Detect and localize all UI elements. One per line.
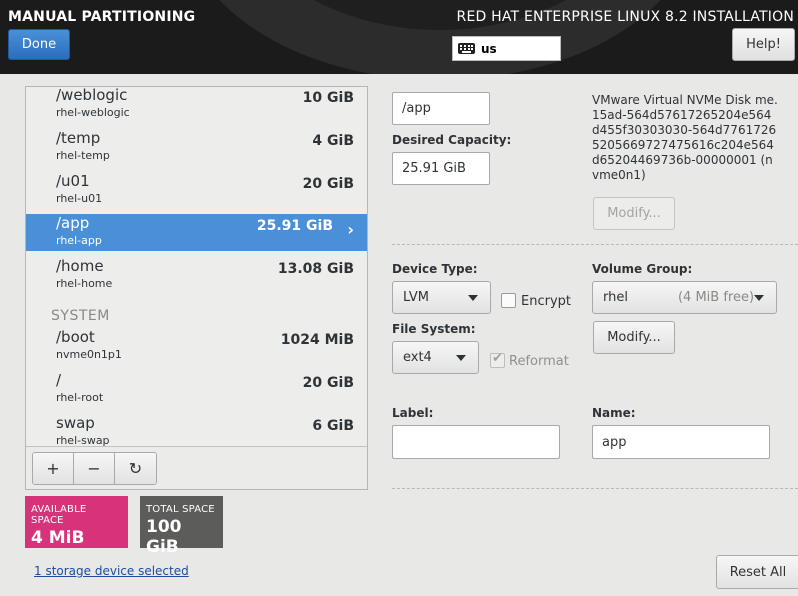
- mount-size: 13.08 GiB: [277, 261, 354, 277]
- mount-size: 6 GiB: [312, 418, 354, 434]
- mount-point-panel: /weblogic rhel-weblogic 10 GiB /temp rhe…: [25, 86, 368, 490]
- file-system-label: File System:: [392, 322, 476, 336]
- total-space-label: TOTAL SPACE: [146, 504, 215, 515]
- mount-device-name: rhel-root: [56, 391, 104, 404]
- mount-size: 10 GiB: [302, 90, 354, 106]
- mount-row-u01[interactable]: /u01 rhel-u01 20 GiB: [26, 172, 367, 212]
- add-mount-point-button[interactable]: +: [33, 453, 74, 484]
- mount-point-name: /app: [56, 214, 90, 232]
- mount-row-swap[interactable]: swap rhel-swap 6 GiB: [26, 414, 367, 447]
- chevron-right-icon: ›: [347, 220, 354, 239]
- encrypt-checkbox[interactable]: [501, 293, 516, 308]
- mount-point-name: /: [56, 371, 62, 389]
- volume-group-label: Volume Group:: [592, 262, 693, 276]
- device-type-select[interactable]: LVM: [392, 281, 491, 314]
- disk-info-text: VMware Virtual NVMe Disk me. 15ad-564d57…: [592, 93, 778, 182]
- mount-size: 25.91 GiB: [256, 218, 333, 234]
- mount-device-name: rhel-home: [56, 277, 113, 290]
- dropdown-arrow-icon: [456, 354, 466, 361]
- volume-group-select[interactable]: rhel (4 MiB free): [592, 281, 777, 314]
- keyboard-icon: [458, 43, 475, 54]
- reformat-label: Reformat: [509, 354, 569, 369]
- mount-point-name: /home: [56, 257, 104, 275]
- mount-point-list: /weblogic rhel-weblogic 10 GiB /temp rhe…: [26, 87, 367, 447]
- modify-volume-group-button[interactable]: Modify...: [593, 321, 675, 354]
- volume-group-value: rhel: [603, 290, 628, 305]
- keyboard-layout-label: us: [481, 41, 497, 56]
- label-field[interactable]: [392, 425, 560, 459]
- mount-point-name: /u01: [56, 172, 90, 190]
- label-field-label: Label:: [392, 406, 434, 420]
- device-type-label: Device Type:: [392, 262, 478, 276]
- modify-disk-button[interactable]: Modify...: [593, 197, 675, 230]
- mount-size: 1024 MiB: [280, 332, 354, 348]
- mount-row-root[interactable]: / rhel-root 20 GiB: [26, 371, 367, 411]
- installer-title: RED HAT ENTERPRISE LINUX 8.2 INSTALLATIO…: [456, 9, 794, 25]
- page-title: MANUAL PARTITIONING: [8, 9, 196, 25]
- system-group-label: SYSTEM: [51, 308, 110, 324]
- mount-device-name: rhel-u01: [56, 192, 103, 205]
- refresh-icon[interactable]: ↻: [115, 453, 156, 484]
- keyboard-layout-indicator[interactable]: us: [452, 36, 561, 61]
- reset-all-button[interactable]: Reset All: [716, 555, 798, 589]
- mount-device-name: rhel-app: [56, 234, 102, 247]
- encrypt-label: Encrypt: [521, 294, 571, 309]
- header-bar: MANUAL PARTITIONING Done RED HAT ENTERPR…: [0, 0, 798, 74]
- mount-point-field[interactable]: /app: [392, 92, 490, 125]
- mount-row-temp[interactable]: /temp rhel-temp 4 GiB: [26, 129, 367, 169]
- total-space-box: TOTAL SPACE 100 GiB: [140, 496, 223, 557]
- mount-device-name: rhel-temp: [56, 149, 110, 162]
- file-system-value: ext4: [403, 350, 432, 365]
- mount-device-name: nvme0n1p1: [56, 348, 122, 361]
- mount-point-name: /boot: [56, 328, 95, 346]
- done-button[interactable]: Done: [8, 29, 70, 60]
- name-field[interactable]: app: [592, 425, 770, 459]
- mount-point-name: /temp: [56, 129, 101, 147]
- mount-size: 4 GiB: [312, 133, 354, 149]
- mount-point-name: swap: [56, 414, 95, 432]
- available-space-box: AVAILABLE SPACE 4 MiB: [25, 496, 128, 548]
- mount-row-weblogic[interactable]: /weblogic rhel-weblogic 10 GiB: [26, 87, 367, 126]
- available-space-label: AVAILABLE SPACE: [31, 504, 87, 526]
- reformat-checkbox[interactable]: ✔: [490, 351, 505, 368]
- mount-size: 20 GiB: [302, 176, 354, 192]
- device-type-value: LVM: [403, 290, 429, 305]
- storage-devices-link[interactable]: 1 storage device selected: [34, 564, 189, 578]
- mount-row-boot[interactable]: /boot nvme0n1p1 1024 MiB: [26, 328, 367, 368]
- total-space-value: 100 GiB: [146, 517, 182, 557]
- available-space-value: 4 MiB: [31, 528, 85, 548]
- desired-capacity-label: Desired Capacity:: [392, 133, 512, 147]
- dropdown-arrow-icon: [754, 294, 764, 301]
- desired-capacity-field[interactable]: 25.91 GiB: [392, 152, 490, 185]
- volume-group-free: (4 MiB free): [677, 290, 755, 305]
- section-divider: [392, 244, 798, 245]
- section-divider: [392, 488, 798, 489]
- remove-mount-point-button[interactable]: −: [74, 453, 115, 484]
- mount-row-home[interactable]: /home rhel-home 13.08 GiB: [26, 257, 367, 297]
- checkmark-icon: ✔: [492, 351, 503, 366]
- mount-row-app[interactable]: /app rhel-app 25.91 GiB ›: [26, 214, 367, 251]
- file-system-select[interactable]: ext4: [392, 341, 479, 374]
- mount-device-name: rhel-weblogic: [56, 106, 130, 119]
- mount-point-button-group: + − ↻: [32, 452, 157, 485]
- dropdown-arrow-icon: [468, 294, 478, 301]
- mount-point-name: /weblogic: [56, 87, 128, 104]
- mount-point-toolbar: + − ↻: [26, 446, 367, 489]
- name-field-label: Name:: [592, 406, 636, 420]
- mount-size: 20 GiB: [302, 375, 354, 391]
- help-button[interactable]: Help!: [732, 28, 795, 61]
